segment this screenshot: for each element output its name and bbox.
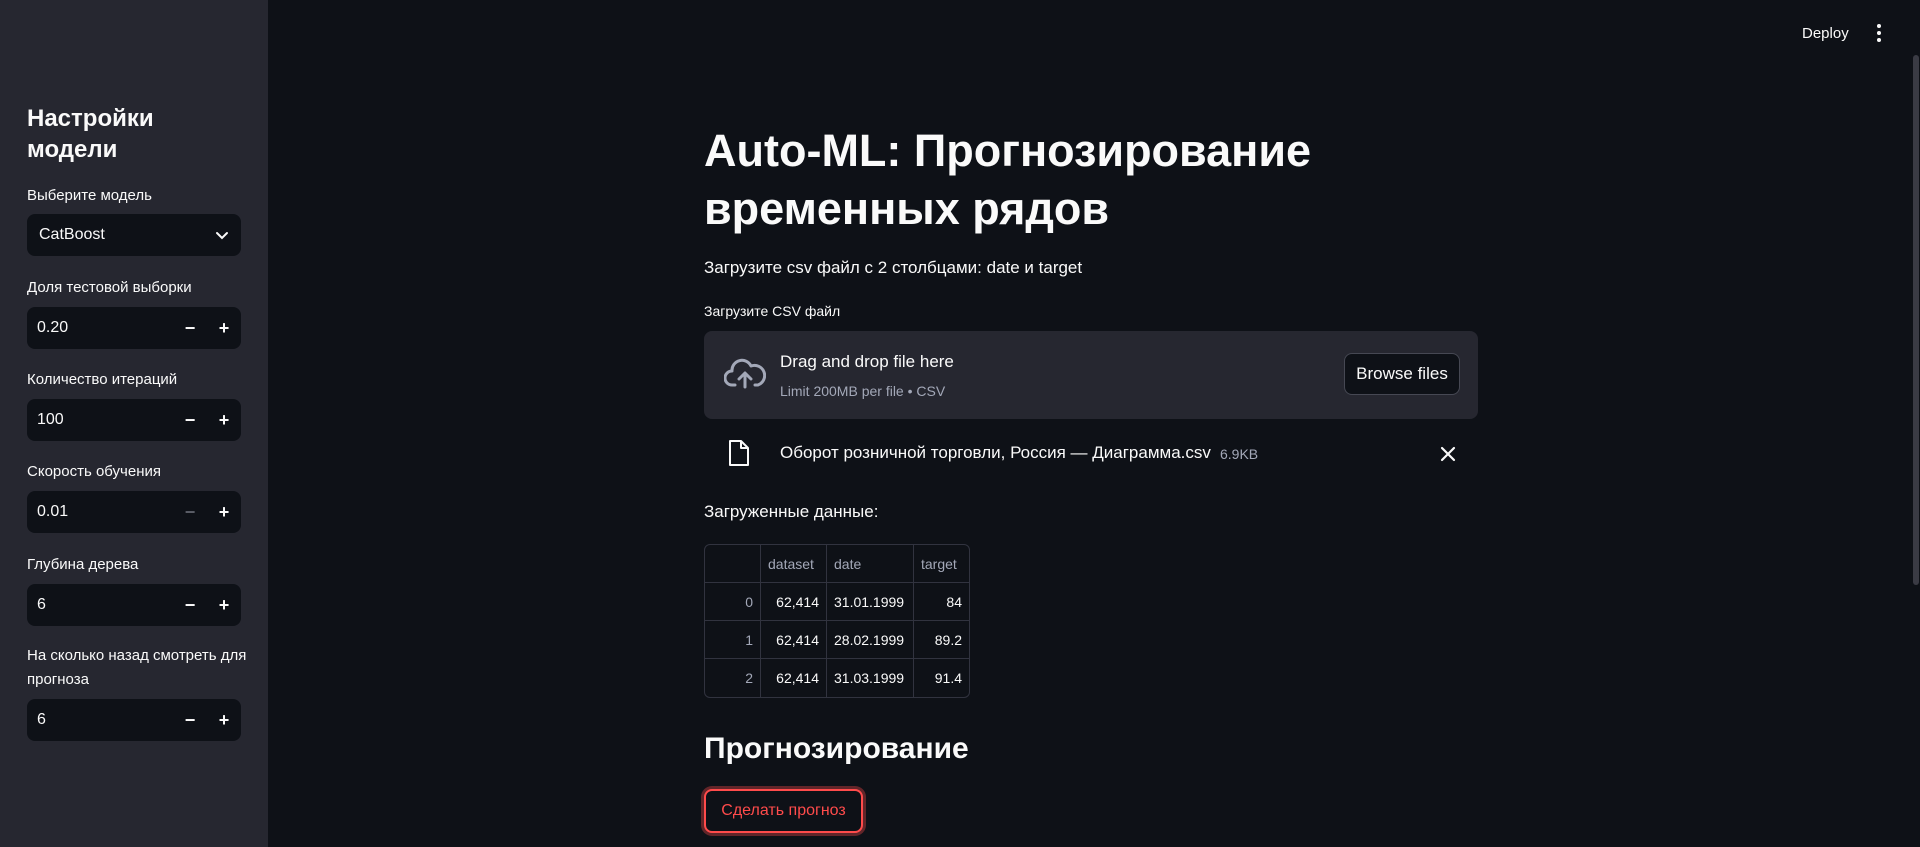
chevron-down-icon [216, 232, 228, 240]
sidebar: Настройки модели Выберите модель CatBoos… [0, 0, 268, 847]
row-index: 1 [705, 621, 761, 659]
decrement-button[interactable]: − [173, 584, 207, 626]
deploy-button[interactable]: Deploy [1802, 25, 1849, 42]
dropzone-text: Drag and drop file here [780, 352, 954, 371]
row-index: 2 [705, 659, 761, 697]
column-header[interactable]: target [914, 545, 969, 583]
file-dropzone[interactable]: Drag and drop file here Limit 200MB per … [704, 331, 1478, 419]
decrement-button[interactable]: − [173, 491, 207, 533]
browse-files-button[interactable]: Browse files [1344, 353, 1460, 395]
lookback-value[interactable]: 6 [27, 711, 173, 729]
learning-rate-value[interactable]: 0.01 [27, 503, 173, 521]
loaded-data-label: Загруженные данные: [704, 502, 879, 521]
lookback-label: На сколько назад смотреть для прогноза [27, 647, 247, 688]
column-header[interactable]: date [827, 545, 914, 583]
vertical-dots-icon[interactable] [1870, 24, 1888, 44]
decrement-button[interactable]: − [173, 307, 207, 349]
iterations-input[interactable]: 100 − + [27, 399, 241, 441]
learning-rate-label: Скорость обучения [27, 463, 161, 480]
make-forecast-button[interactable]: Сделать прогноз [704, 789, 863, 833]
increment-button[interactable]: + [207, 491, 241, 533]
table-cell[interactable]: 31.01.1999 [827, 583, 914, 621]
forecast-heading: Прогнозирование [704, 732, 969, 765]
row-index: 0 [705, 583, 761, 621]
model-select[interactable]: CatBoost [27, 214, 241, 256]
model-select-value: CatBoost [39, 226, 105, 243]
scrollbar[interactable] [1913, 55, 1919, 585]
tree-depth-input[interactable]: 6 − + [27, 584, 241, 626]
sidebar-title: Настройки модели [27, 105, 154, 163]
learning-rate-input[interactable]: 0.01 − + [27, 491, 241, 533]
page-subtitle: Загрузите csv файл с 2 столбцами: date и… [704, 258, 1083, 277]
file-size: 6.9KB [1220, 446, 1259, 462]
dropzone-limit: Limit 200MB per file • CSV [780, 383, 946, 399]
table-cell[interactable]: 28.02.1999 [827, 621, 914, 659]
table-row: 1 62,414 28.02.1999 89.2 [705, 621, 969, 659]
table-cell[interactable]: 62,414 [761, 659, 827, 697]
table-cell[interactable]: 91.4 [914, 659, 969, 697]
test-size-input[interactable]: 0.20 − + [27, 307, 241, 349]
test-size-value[interactable]: 0.20 [27, 319, 173, 337]
decrement-button[interactable]: − [173, 699, 207, 741]
increment-button[interactable]: + [207, 399, 241, 441]
tree-depth-value[interactable]: 6 [27, 596, 173, 614]
table-cell[interactable]: 84 [914, 583, 969, 621]
data-table[interactable]: dataset date target 0 62,414 31.01.1999 … [704, 544, 970, 698]
iterations-value[interactable]: 100 [27, 411, 173, 429]
table-cell[interactable]: 31.03.1999 [827, 659, 914, 697]
test-size-label: Доля тестовой выборки [27, 279, 192, 296]
cloud-upload-icon [724, 358, 766, 389]
tree-depth-label: Глубина дерева [27, 556, 139, 573]
column-header[interactable]: dataset [761, 545, 827, 583]
iterations-label: Количество итераций [27, 371, 178, 388]
column-header[interactable] [705, 545, 761, 583]
decrement-button[interactable]: − [173, 399, 207, 441]
uploader-label: Загрузите CSV файл [704, 303, 841, 319]
table-header-row: dataset date target [705, 545, 969, 583]
table-cell[interactable]: 89.2 [914, 621, 969, 659]
increment-button[interactable]: + [207, 699, 241, 741]
model-select-label: Выберите модель [27, 187, 152, 204]
file-icon [729, 440, 749, 466]
page-title: Auto-ML: Прогнозирование временных рядов [704, 125, 1312, 234]
increment-button[interactable]: + [207, 584, 241, 626]
increment-button[interactable]: + [207, 307, 241, 349]
uploaded-file: Оборот розничной торговли, Россия — Диаг… [704, 436, 1478, 470]
table-row: 0 62,414 31.01.1999 84 [705, 583, 969, 621]
table-cell[interactable]: 62,414 [761, 621, 827, 659]
table-cell[interactable]: 62,414 [761, 583, 827, 621]
close-icon[interactable] [1440, 446, 1456, 462]
lookback-input[interactable]: 6 − + [27, 699, 241, 741]
table-row: 2 62,414 31.03.1999 91.4 [705, 659, 969, 697]
file-name: Оборот розничной торговли, Россия — Диаг… [780, 443, 1211, 462]
